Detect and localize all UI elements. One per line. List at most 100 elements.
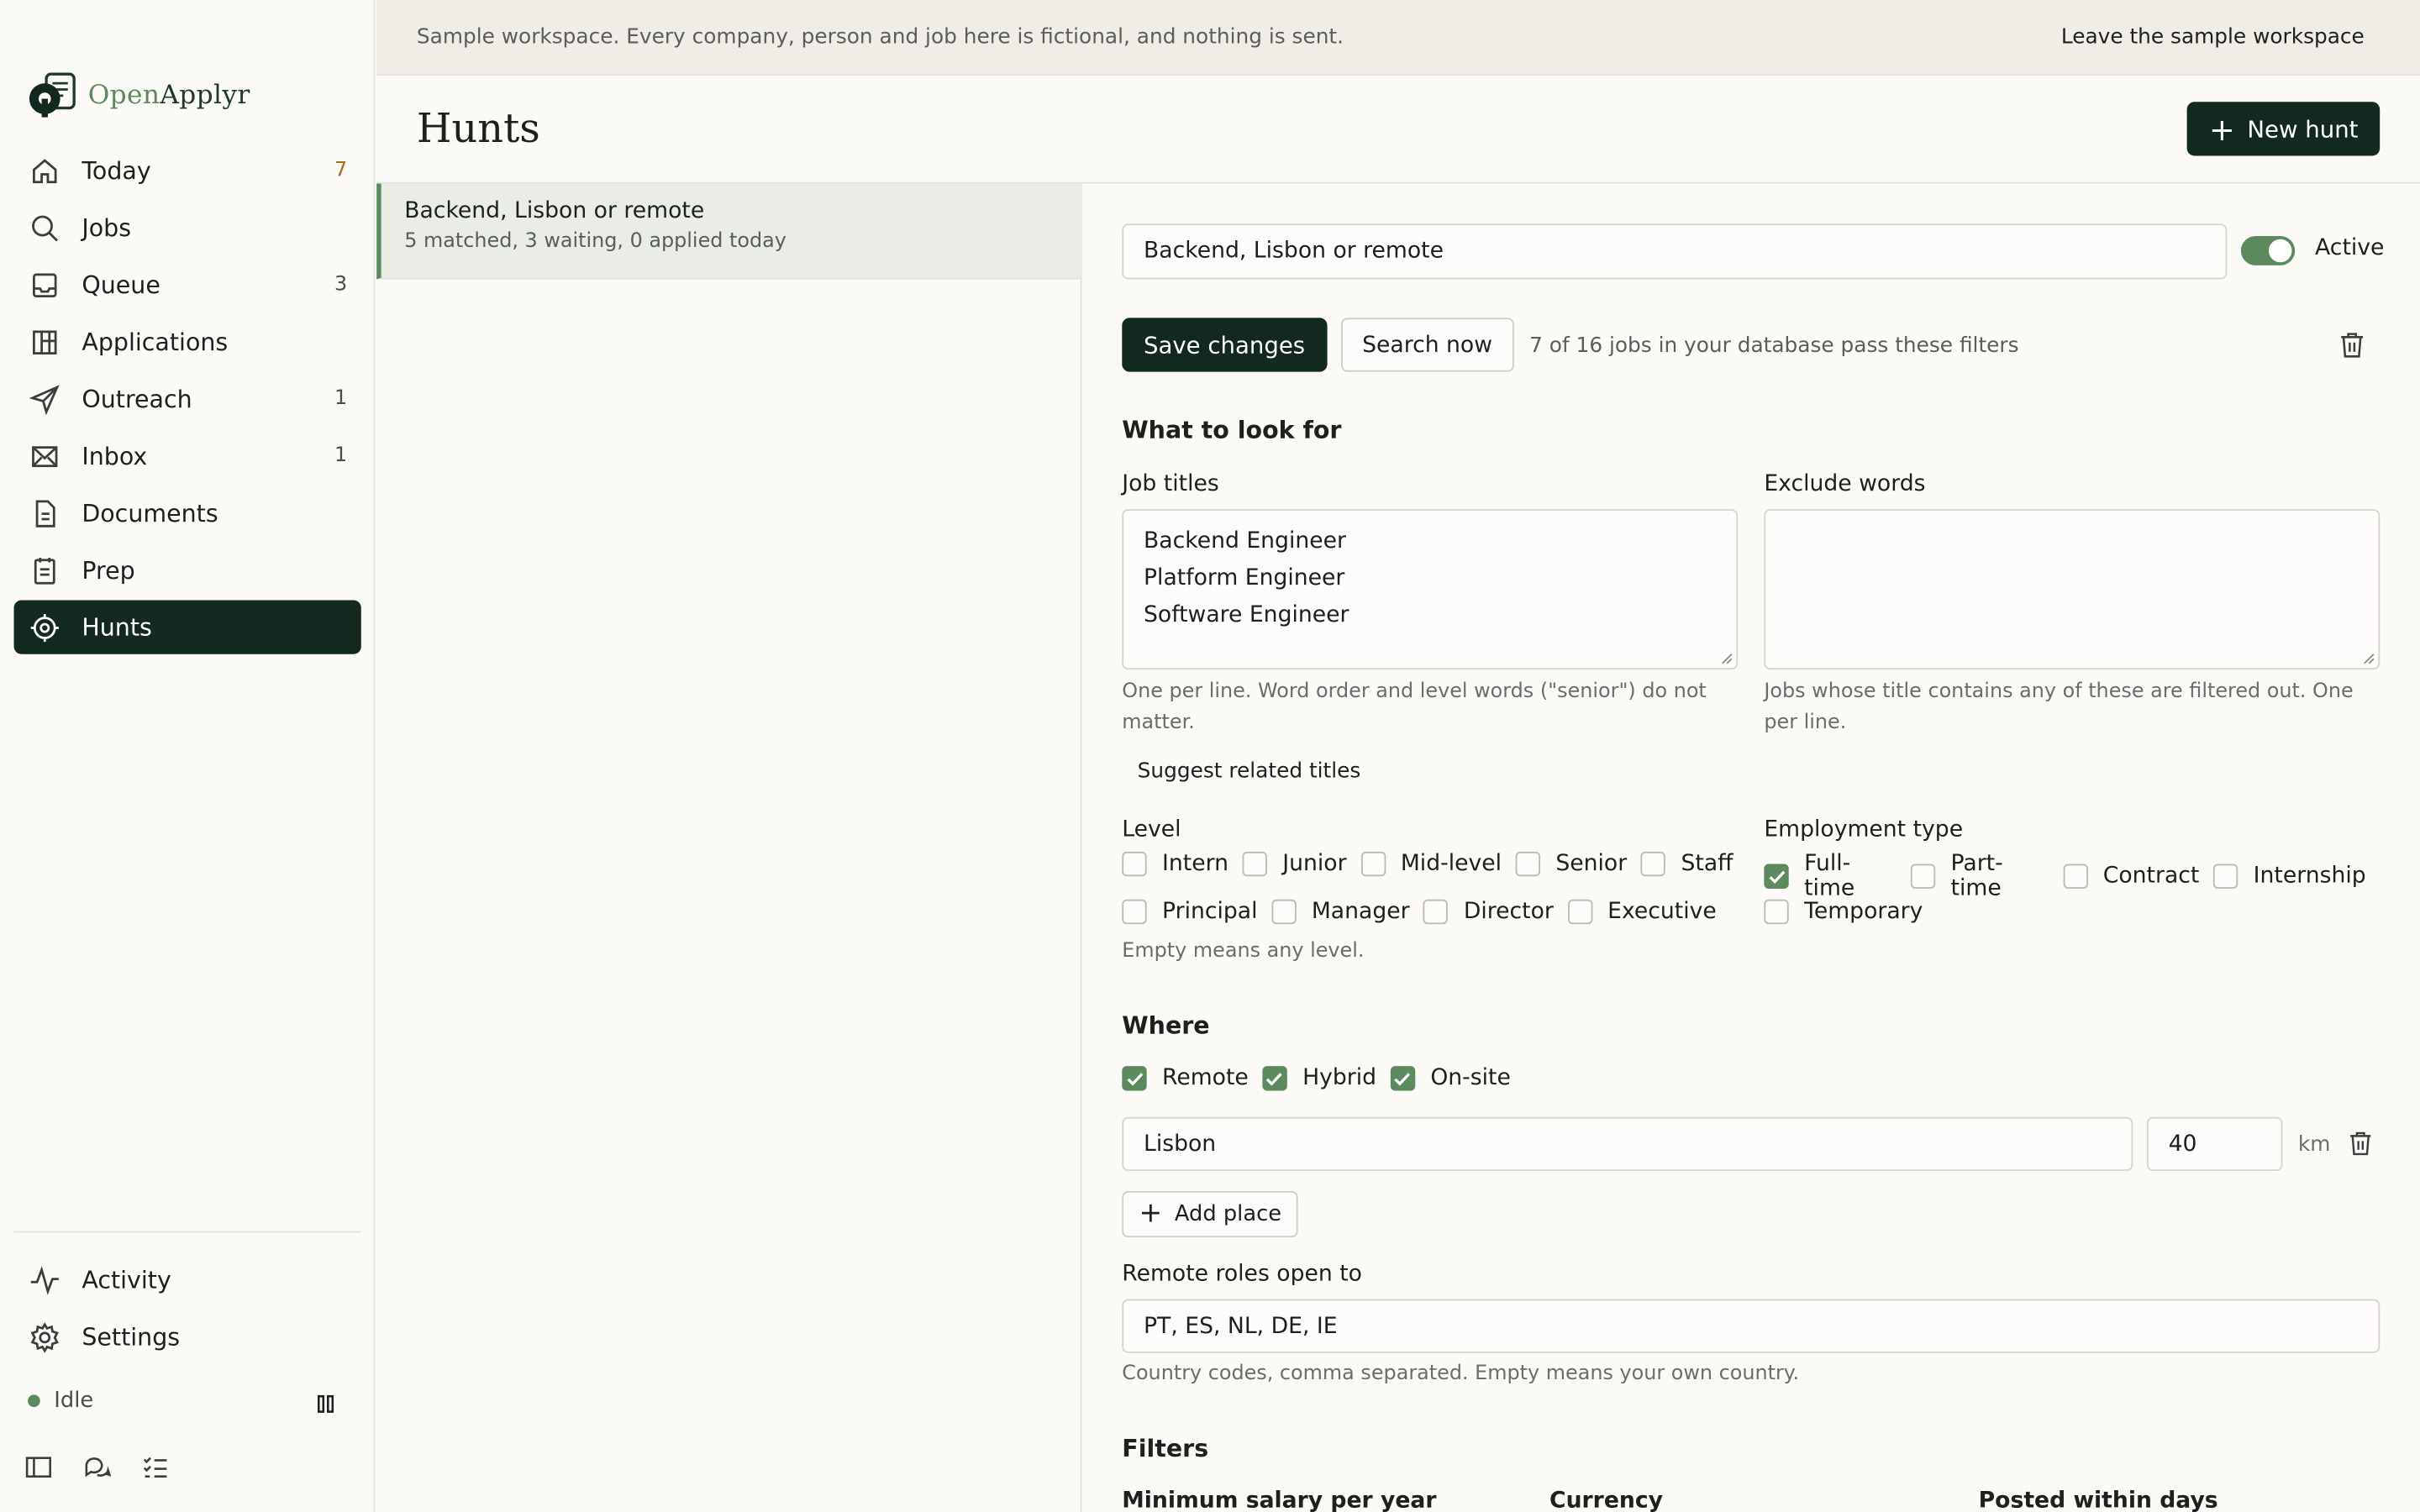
exclude-words-textarea[interactable] [1764, 509, 2381, 670]
save-changes-button[interactable]: Save changes [1122, 318, 1327, 372]
checkbox[interactable] [1640, 851, 1666, 877]
logo-icon [29, 72, 76, 118]
sample-banner: Sample workspace. Every company, person … [376, 0, 2420, 76]
delete-place-icon[interactable] [2349, 1131, 2372, 1156]
nav-item-today[interactable]: Today 7 [14, 144, 361, 197]
search-now-button[interactable]: Search now [1340, 318, 1514, 372]
checkbox[interactable] [1242, 851, 1267, 877]
level-row-1: Intern Junior Mid-level Senior Staff [1122, 851, 1747, 877]
status-dot [28, 1394, 40, 1408]
checkbox-checked[interactable] [1390, 1066, 1415, 1091]
send-icon [29, 384, 60, 415]
page-header: Hunts + New hunt [376, 76, 2420, 184]
checkbox[interactable] [1122, 899, 1147, 925]
logo-text: OpenApplyr [87, 80, 250, 112]
nav-badge: 3 [334, 273, 348, 297]
where-option-remote[interactable]: Remote [1122, 1066, 1249, 1091]
pause-icon[interactable] [317, 1394, 335, 1413]
checkbox[interactable] [1122, 851, 1147, 877]
delete-hunt-icon[interactable] [2339, 332, 2364, 358]
place-input[interactable]: Lisbon [1122, 1116, 2133, 1172]
employment-option-full-time[interactable]: Full-time [1764, 852, 1897, 901]
nav-badge: 1 [334, 387, 348, 411]
target-icon [30, 613, 59, 642]
leave-sample-link[interactable]: Leave the sample workspace [2061, 24, 2365, 49]
section-title-filters: Filters [1122, 1435, 1209, 1463]
nav-item-applications[interactable]: Applications [14, 315, 361, 369]
nav-label: Inbox [82, 442, 148, 470]
checkbox[interactable] [2063, 864, 2088, 889]
where-option-hybrid[interactable]: Hybrid [1262, 1066, 1376, 1091]
level-option-principal[interactable]: Principal [1122, 899, 1258, 925]
checkbox[interactable] [1567, 899, 1592, 925]
nav-item-activity[interactable]: Activity [14, 1252, 361, 1306]
nav-label: Activity [82, 1266, 171, 1294]
nav-item-hunts[interactable]: Hunts [13, 600, 361, 654]
nav-item-inbox[interactable]: Inbox 1 [14, 429, 361, 483]
new-hunt-button[interactable]: + New hunt [2187, 102, 2381, 156]
level-option-intern[interactable]: Intern [1122, 851, 1228, 877]
employment-type-label: Employment type [1764, 817, 1964, 843]
nav-item-jobs[interactable]: Jobs [14, 201, 361, 255]
nav-label: Today [82, 156, 151, 185]
checkbox-checked[interactable] [1262, 1066, 1287, 1091]
level-option-junior[interactable]: Junior [1242, 851, 1347, 877]
level-option-mid[interactable]: Mid-level [1360, 851, 1502, 877]
level-option-senior[interactable]: Senior [1515, 851, 1627, 877]
nav-item-documents[interactable]: Documents [14, 486, 361, 540]
chat-icon[interactable] [83, 1453, 112, 1481]
remote-countries-input[interactable]: PT, ES, NL, DE, IE [1122, 1299, 2381, 1353]
nav-item-outreach[interactable]: Outreach 1 [14, 372, 361, 426]
level-option-staff[interactable]: Staff [1640, 851, 1733, 877]
checkbox-checked[interactable] [1122, 1066, 1147, 1091]
where-option-onsite[interactable]: On-site [1390, 1066, 1511, 1091]
employment-option-internship[interactable]: Internship [2212, 864, 2366, 889]
employment-row-1: Full-time Part-time Contract Internship [1764, 852, 2380, 901]
min-salary-label: Minimum salary per year [1122, 1488, 1437, 1512]
add-place-button[interactable]: + Add place [1122, 1190, 1299, 1238]
level-option-director[interactable]: Director [1423, 899, 1554, 925]
job-titles-label: Job titles [1122, 472, 1219, 497]
banner-text: Sample workspace. Every company, person … [416, 24, 1344, 50]
nav-label: Jobs [82, 213, 132, 242]
checkbox[interactable] [1423, 899, 1449, 925]
posted-within-label: Posted within days [1978, 1488, 2218, 1512]
active-toggle[interactable] [2240, 236, 2296, 265]
checkbox[interactable] [1910, 864, 1936, 889]
add-place-label: Add place [1174, 1201, 1282, 1227]
suggest-titles-button[interactable]: Suggest related titles [1138, 759, 1361, 784]
checkbox[interactable] [1360, 851, 1386, 877]
checkbox[interactable] [1515, 851, 1540, 877]
nav-item-prep[interactable]: Prep [14, 543, 361, 597]
sidebar-divider [13, 1231, 361, 1233]
new-hunt-label: New hunt [2247, 114, 2359, 143]
document-icon [35, 499, 55, 527]
check-icon [1266, 1072, 1283, 1085]
checkbox[interactable] [1764, 899, 1789, 925]
checkbox[interactable] [2212, 864, 2238, 889]
sidebar-toggle-icon[interactable] [24, 1453, 52, 1481]
checkbox[interactable] [1271, 899, 1297, 925]
job-title-line: Platform Engineer [1143, 566, 1345, 591]
level-option-manager[interactable]: Manager [1271, 899, 1410, 925]
level-option-executive[interactable]: Executive [1567, 899, 1717, 925]
main-nav: Today 7 Jobs Queue 3 Applications Outrea… [13, 144, 361, 658]
hunt-name-input[interactable]: Backend, Lisbon or remote [1122, 223, 2228, 280]
hunt-list-item[interactable]: Backend, Lisbon or remote 5 matched, 3 w… [376, 183, 1081, 280]
checkbox-checked[interactable] [1764, 864, 1789, 889]
checklist-icon[interactable] [142, 1453, 170, 1481]
app-logo[interactable]: OpenApplyr [26, 71, 250, 120]
employment-option-contract[interactable]: Contract [2063, 864, 2199, 889]
resize-grip-icon[interactable] [2363, 653, 2375, 665]
job-titles-textarea[interactable]: Backend Engineer Platform Engineer Softw… [1122, 509, 1739, 670]
employment-option-part-time[interactable]: Part-time [1910, 852, 2049, 901]
level-row-2: Principal Manager Director Executive [1122, 899, 1730, 925]
nav-item-settings[interactable]: Settings [14, 1310, 361, 1363]
activity-icon [30, 1265, 59, 1294]
page-title: Hunts [416, 105, 540, 152]
sidebar: OpenApplyr Today 7 Jobs Queue 3 Applicat… [0, 0, 376, 1512]
radius-input[interactable]: 40 [2146, 1116, 2283, 1172]
resize-grip-icon[interactable] [1721, 653, 1733, 665]
employment-option-temporary[interactable]: Temporary [1764, 899, 1923, 925]
nav-item-queue[interactable]: Queue 3 [14, 258, 361, 312]
